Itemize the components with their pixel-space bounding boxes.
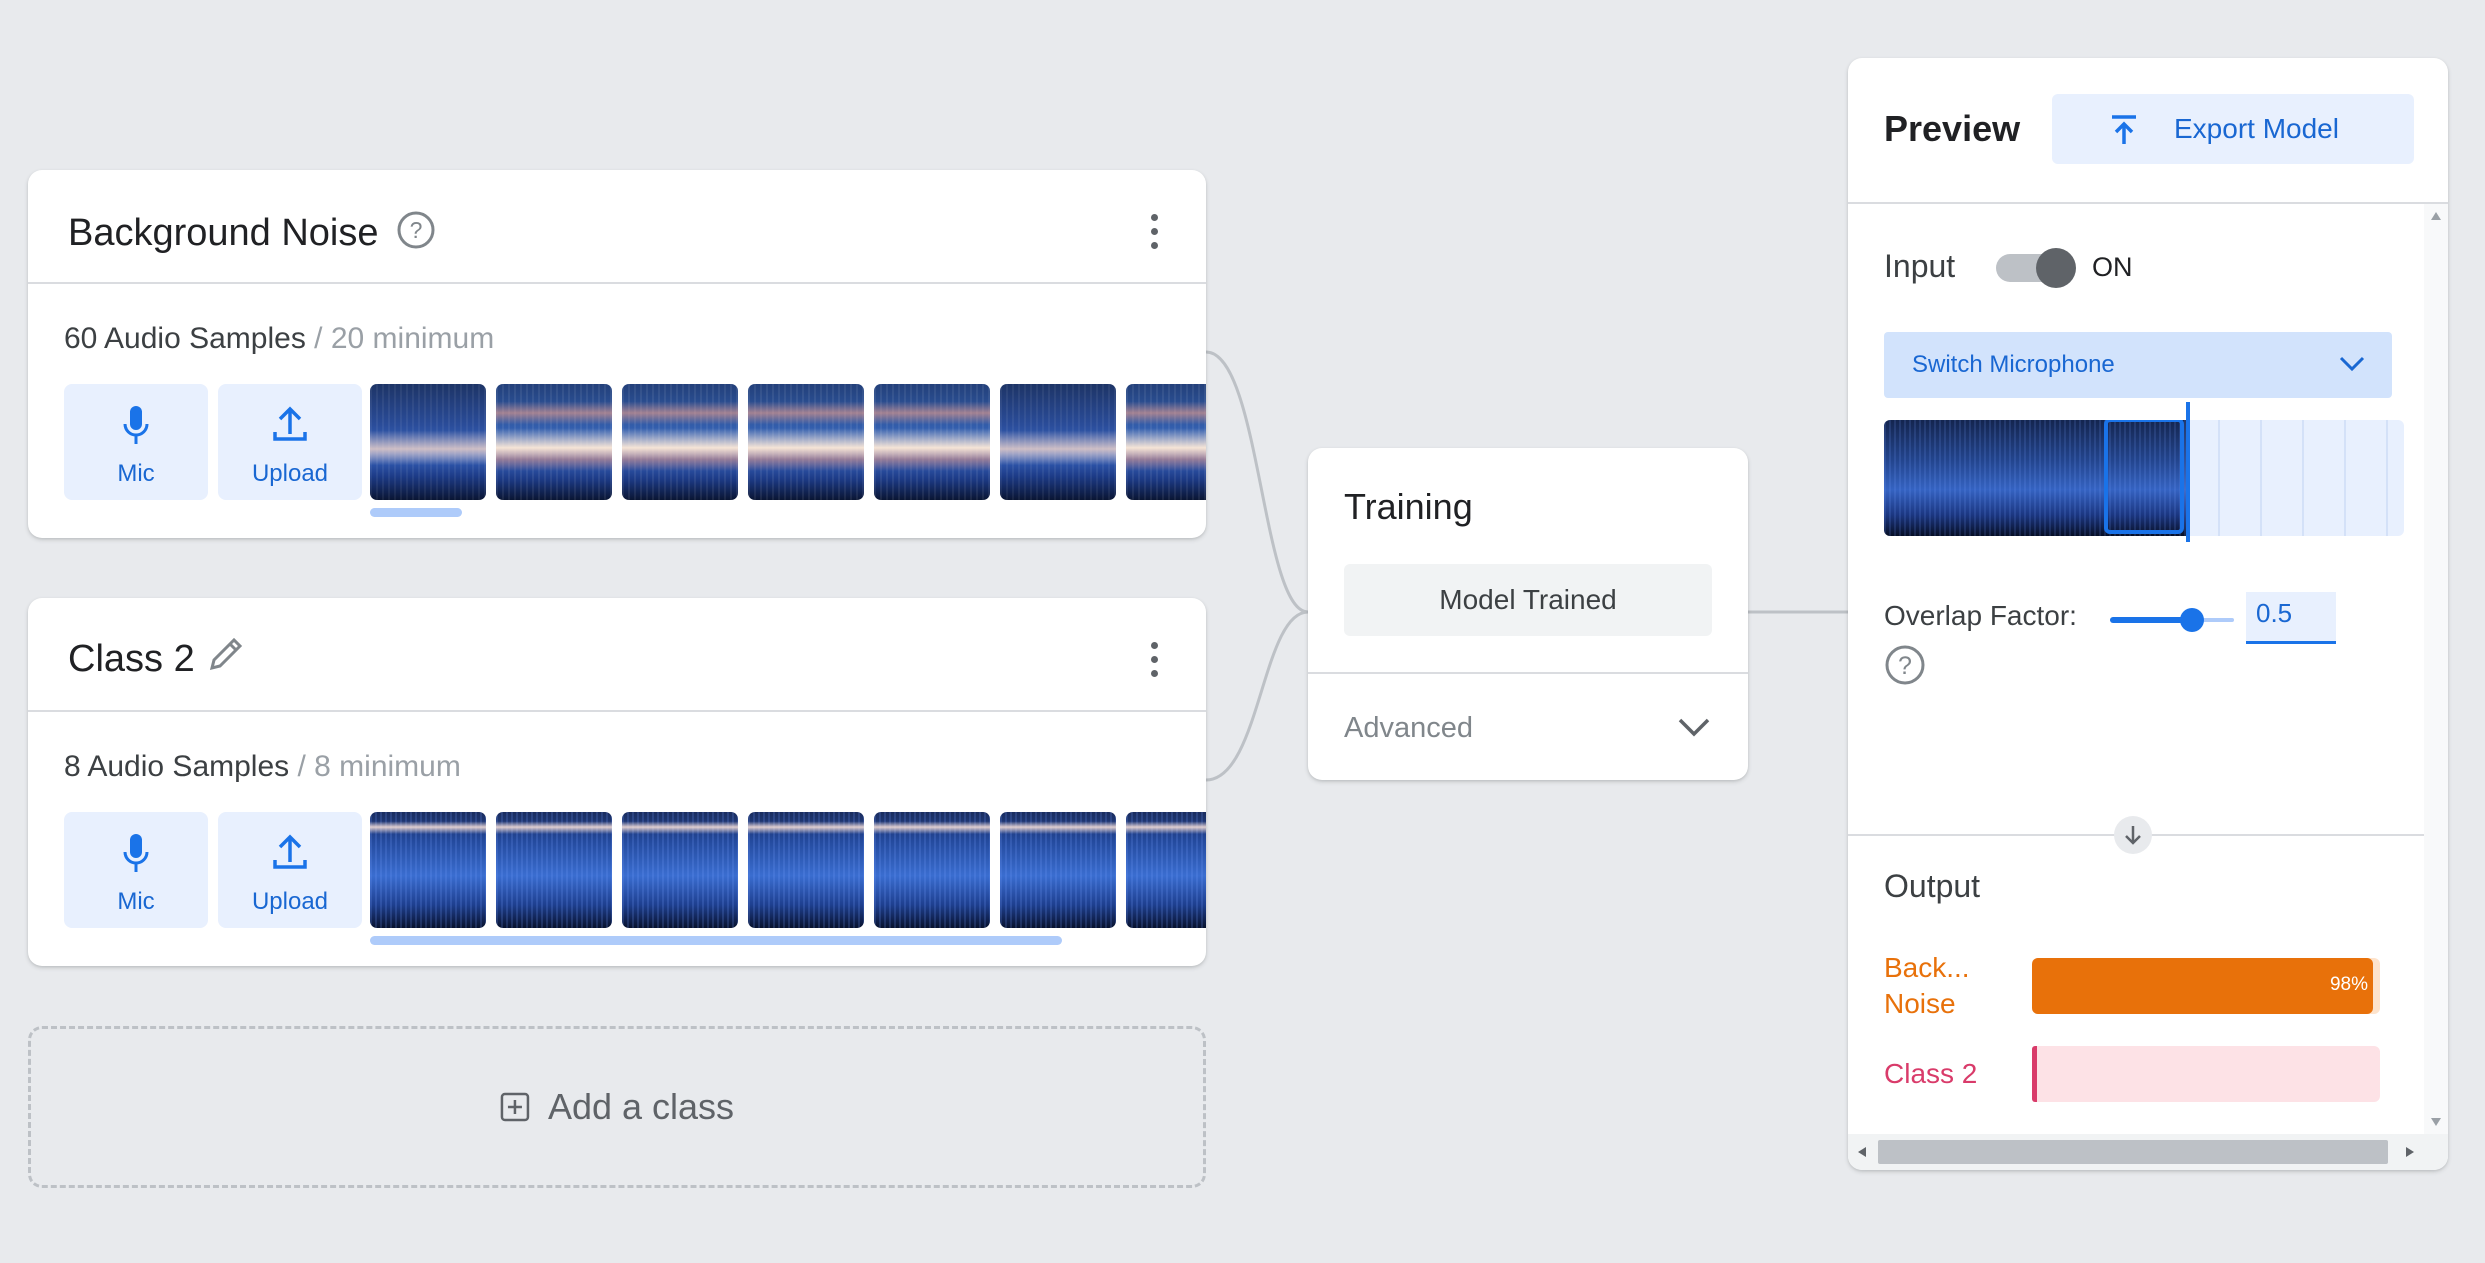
overlap-factor-label: Overlap Factor: [1884,600,2077,631]
samples-scrollbar[interactable] [370,508,462,517]
class-title[interactable]: Background Noise [68,212,379,255]
class-card-background-noise: Background Noise ? 60 Audio Samples / 20… [28,170,1206,538]
class-title[interactable]: Class 2 [68,638,195,681]
overlap-help-icon[interactable]: ? [1884,644,1926,691]
preview-header: Preview Export Model [1848,58,2448,204]
sample-thumbnail[interactable] [370,812,486,928]
training-card: Training Model Trained Advanced [1308,448,1748,780]
mic-label: Mic [117,460,155,487]
chevron-down-icon [2339,356,2365,372]
output-bar-fill [2032,1046,2037,1102]
more-options-icon[interactable] [1148,214,1160,250]
chevron-down-icon [1678,718,1710,737]
sample-thumbnail[interactable] [1000,384,1116,500]
overlap-factor-input[interactable]: 0.5 [2246,592,2336,644]
scroll-left-arrow[interactable] [1858,1147,1866,1157]
sample-count: 8 Audio Samples / 8 minimum [64,750,461,784]
upload-button[interactable]: Upload [218,384,362,500]
horizontal-scrollbar[interactable] [1848,1134,2448,1170]
horizontal-scroll-thumb[interactable] [1878,1140,2388,1164]
sample-minimum: / 8 minimum [289,750,461,783]
scroll-down-arrow[interactable] [2431,1118,2441,1126]
more-options-icon[interactable] [1148,642,1160,678]
sample-thumbnails [370,384,1206,502]
sample-thumbnail[interactable] [1126,384,1206,500]
scroll-down-button[interactable] [2114,816,2152,854]
sample-count-value: 60 Audio Samples [64,322,306,355]
output-percent: 98% [2329,974,2368,995]
add-class-label: Add a class [547,1086,735,1127]
mic-button[interactable]: Mic [64,812,208,928]
export-label: Export Model [2174,113,2339,144]
input-toggle-knob[interactable] [2036,248,2076,288]
export-model-button[interactable]: Export Model [2052,94,2414,164]
upload-icon [273,406,307,441]
sample-thumbnail[interactable] [874,384,990,500]
input-label: Input [1884,248,1956,284]
playhead-cursor [2186,402,2190,542]
output-class-label: Back... Noise [1884,952,1970,1019]
preview-title: Preview [1884,108,2021,149]
sample-minimum: / 20 minimum [305,322,495,355]
sample-count: 60 Audio Samples / 20 minimum [64,322,494,356]
upload-icon [273,834,307,869]
mic-icon [123,834,149,872]
model-trained-button[interactable]: Model Trained [1344,564,1712,636]
training-title: Training [1344,486,1473,527]
advanced-label: Advanced [1344,712,1473,744]
input-toggle-state: ON [2092,252,2133,282]
arrow-down-icon [2125,826,2141,845]
mic-icon [123,406,149,444]
mic-button[interactable]: Mic [64,384,208,500]
overlap-slider-thumb[interactable] [2180,608,2204,632]
class-header: Background Noise ? [28,170,1206,284]
mic-label: Mic [117,888,155,915]
help-icon[interactable]: ? [396,210,436,255]
class-card-class-2: Class 2 8 Audio Samples / 8 minimum Mic … [28,598,1206,966]
sample-thumbnail[interactable] [748,812,864,928]
sample-thumbnails [370,812,1206,930]
edit-pencil-icon[interactable] [206,634,246,679]
microphone-select-label: Switch Microphone [1912,351,2115,378]
output-bar-background-noise: 98% [2032,958,2380,1014]
sample-thumbnail[interactable] [496,812,612,928]
sample-thumbnail[interactable] [748,384,864,500]
export-icon [2112,115,2136,144]
vertical-scrollbar[interactable] [2424,204,2448,1134]
connector-class2 [1205,610,1309,782]
sample-thumbnail[interactable] [370,384,486,500]
svg-text:?: ? [1898,652,1912,680]
sample-thumbnail[interactable] [1126,812,1206,928]
sample-thumbnail[interactable] [1000,812,1116,928]
sample-count-value: 8 Audio Samples [64,750,290,783]
svg-text:?: ? [410,217,423,243]
samples-scrollbar[interactable] [370,936,1062,945]
add-box-icon [500,1092,530,1122]
output-bar-fill [2032,958,2374,1014]
upload-label: Upload [251,460,329,487]
preview-panel: Preview Export Model Input ON Switch Mic… [1848,58,2448,1170]
upload-button[interactable]: Upload [218,812,362,928]
add-class-button[interactable]: Add a class [28,1026,1206,1188]
upload-label: Upload [251,888,329,915]
sample-thumbnail[interactable] [622,812,738,928]
output-label: Output [1884,868,1981,904]
connector-class1 [1205,350,1309,614]
advanced-toggle[interactable]: Advanced [1308,672,1748,786]
analysis-window [2104,420,2184,534]
output-class-label: Class 2 [1884,1058,1978,1089]
switch-microphone-select[interactable]: Switch Microphone [1884,332,2392,398]
class-header: Class 2 [28,598,1206,712]
sample-thumbnail[interactable] [496,384,612,500]
scroll-up-arrow[interactable] [2431,212,2441,220]
sample-thumbnail[interactable] [874,812,990,928]
sample-thumbnail[interactable] [622,384,738,500]
live-audio-spectrogram [1884,420,2404,536]
output-bar-class-2 [2032,1046,2380,1102]
scroll-right-arrow[interactable] [2406,1147,2414,1157]
